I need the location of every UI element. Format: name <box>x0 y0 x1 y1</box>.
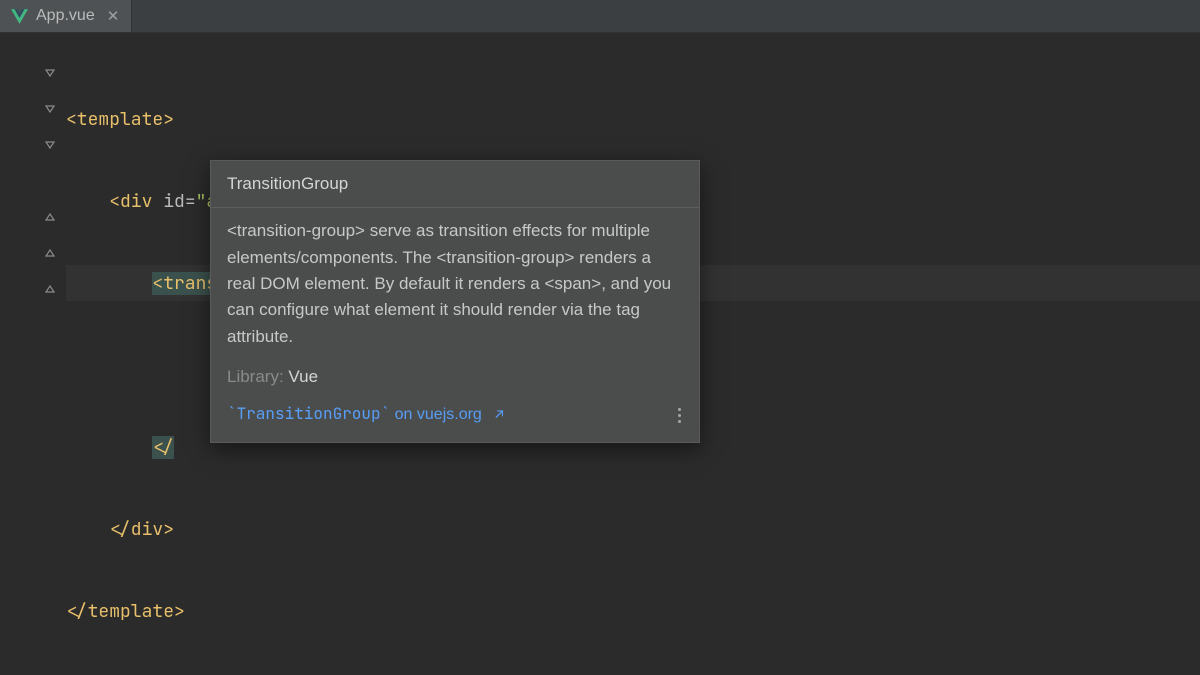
popup-title: TransitionGroup <box>211 161 699 208</box>
more-options-icon[interactable] <box>678 408 683 423</box>
code-token: </template> <box>66 600 185 623</box>
vue-icon <box>10 7 28 25</box>
gutter <box>0 33 62 550</box>
library-value: Vue <box>288 367 318 386</box>
code-line[interactable]: </template> <box>66 593 1200 629</box>
fold-icon[interactable] <box>44 103 56 115</box>
tab-filename: App.vue <box>36 7 95 25</box>
fold-up-icon[interactable] <box>44 283 56 295</box>
external-doc-link[interactable]: `TransitionGroup` on vuejs.org ↗ <box>227 402 504 428</box>
code-token: </ <box>152 436 174 459</box>
link-code: `TransitionGroup` <box>227 403 390 424</box>
popup-footer: `TransitionGroup` on vuejs.org ↗ <box>211 398 699 442</box>
code-token: <div <box>109 190 163 213</box>
fold-icon[interactable] <box>44 67 56 79</box>
fold-up-icon[interactable] <box>44 211 56 223</box>
code-token: id <box>163 190 185 213</box>
external-link-icon: ↗ <box>495 406 503 424</box>
link-text: on vuejs.org <box>390 406 482 423</box>
popup-library: Library: Vue <box>211 362 699 398</box>
tab-bar: App.vue ✕ <box>0 0 1200 33</box>
fold-up-icon[interactable] <box>44 247 56 259</box>
fold-icon[interactable] <box>44 139 56 151</box>
popup-body: <transition-group> serve as transition e… <box>211 208 699 362</box>
library-label: Library: <box>227 367 284 386</box>
close-icon[interactable]: ✕ <box>107 9 120 24</box>
file-tab[interactable]: App.vue ✕ <box>0 0 132 32</box>
code-token: <template> <box>66 108 174 131</box>
code-line[interactable]: <template> <box>66 101 1200 137</box>
code-token: = <box>185 190 196 213</box>
code-line[interactable]: </div> <box>66 511 1200 547</box>
documentation-popup: TransitionGroup <transition-group> serve… <box>210 160 700 443</box>
code-token: </div> <box>109 518 174 541</box>
